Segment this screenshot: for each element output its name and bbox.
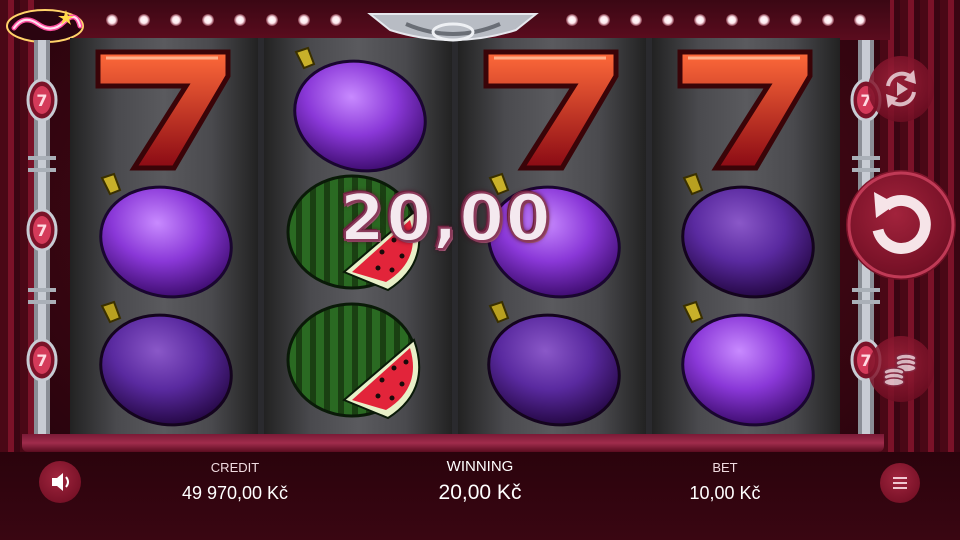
winning-value: 20,00 Kč — [438, 481, 522, 504]
menu-button[interactable] — [880, 463, 920, 503]
marquee-bulb — [694, 14, 706, 26]
symbol-seven — [670, 46, 820, 174]
winning-display: WINNING 20,00 Kč — [400, 458, 560, 505]
symbol-seven — [476, 46, 626, 174]
symbol-plum-dark — [670, 172, 820, 300]
marquee-bulb — [726, 14, 738, 26]
marquee-bulb — [822, 14, 834, 26]
sound-button[interactable] — [39, 461, 81, 503]
marquee-bulb — [854, 14, 866, 26]
marquee-bulb — [170, 14, 182, 26]
marquee-bulb — [298, 14, 310, 26]
svg-text:7: 7 — [36, 221, 47, 240]
top-emblem — [367, 13, 539, 42]
bet-button[interactable] — [868, 336, 934, 402]
svg-text:7: 7 — [36, 91, 47, 110]
symbol-plum — [670, 300, 820, 428]
symbol-seven — [88, 46, 238, 174]
spin-icon — [847, 171, 955, 279]
marquee-bulb — [202, 14, 214, 26]
bet-display: BET 10,00 Kč — [660, 460, 790, 504]
left-pillar: 7 7 7 — [26, 40, 58, 440]
spin-button[interactable] — [846, 170, 956, 280]
marquee-bulb — [758, 14, 770, 26]
marquee-bulb — [598, 14, 610, 26]
reels-bottom-edge — [22, 434, 884, 452]
marquee-bulb — [138, 14, 150, 26]
marquee-bulb — [330, 14, 342, 26]
bet-value: 10,00 Kč — [689, 483, 761, 503]
symbol-plum — [282, 46, 432, 174]
marquee-bulb — [266, 14, 278, 26]
win-amount-overlay: 20,00 — [339, 181, 553, 257]
winning-label: WINNING — [446, 458, 514, 475]
coins-icon — [883, 353, 917, 387]
hamburger-menu-icon — [893, 477, 907, 489]
autoplay-icon — [886, 70, 916, 108]
marquee-bulb — [234, 14, 246, 26]
autoplay-button[interactable] — [868, 56, 934, 122]
marquee-bulb — [630, 14, 642, 26]
symbol-plum-dark — [476, 300, 626, 428]
bet-label: BET — [712, 460, 738, 475]
svg-text:7: 7 — [36, 351, 47, 370]
symbol-plum — [88, 172, 238, 300]
marquee-bulb — [106, 14, 118, 26]
marquee-bulb — [790, 14, 802, 26]
symbol-watermelon — [282, 300, 432, 428]
symbol-plum-dark — [88, 300, 238, 428]
marquee-bulb — [566, 14, 578, 26]
credit-value: 49 970,00 Kč — [181, 483, 289, 503]
credit-display: CREDIT 49 970,00 Kč — [160, 460, 310, 504]
speaker-icon — [52, 473, 69, 491]
marquee-bulb — [662, 14, 674, 26]
credit-label: CREDIT — [210, 460, 260, 475]
